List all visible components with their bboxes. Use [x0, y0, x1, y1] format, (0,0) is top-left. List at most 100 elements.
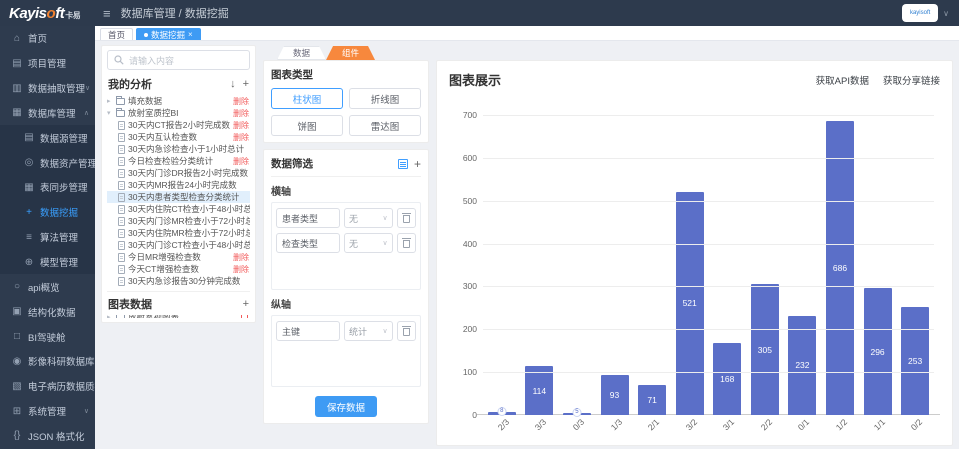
delete-link[interactable]: 删除	[233, 156, 250, 167]
delete-row-button[interactable]	[397, 208, 416, 228]
get-share-link[interactable]: 获取分享链接	[883, 73, 940, 87]
delete-link[interactable]: 删除	[233, 132, 250, 143]
sidebar-item-json-format[interactable]: {}JSON 格式化	[0, 424, 95, 449]
sidebar-item-project[interactable]: ▤项目管理	[0, 51, 95, 76]
tree-caret-icon[interactable]: ▾	[107, 109, 113, 117]
chart-data-item[interactable]: ▸ 放射室视图表	[107, 315, 250, 318]
bar[interactable]: 296	[864, 288, 892, 415]
sidebar-item-structured[interactable]: ▣结构化数据	[0, 299, 95, 324]
delete-chart-data-button[interactable]	[240, 315, 250, 318]
bar[interactable]: 253	[901, 307, 929, 415]
tree-file[interactable]: 30天内门诊MR检查小于72小时总计	[107, 215, 250, 227]
y-axis-tick-label: 200	[447, 324, 477, 334]
brand-logo: Kayisoft卡易	[0, 5, 95, 22]
sidebar-item-database[interactable]: ▦数据库管理∧	[0, 101, 95, 126]
tab-component[interactable]: 组件	[326, 46, 375, 60]
agg-select[interactable]: 无∨	[344, 208, 393, 228]
field-input[interactable]	[276, 233, 340, 253]
bar[interactable]: 305	[751, 284, 779, 415]
tree-file[interactable]: 30天内互认检查数删除	[107, 131, 250, 143]
hamburger-icon[interactable]: ≡	[103, 6, 111, 21]
y-axis-tick-label: 400	[447, 239, 477, 249]
tree-file[interactable]: 30天内患者类型检查分类统计	[107, 191, 250, 203]
bar[interactable]: 93	[601, 375, 629, 415]
tree-file[interactable]: 30天内急诊报告30分钟完成数	[107, 275, 250, 287]
sidebar-item-table-sync[interactable]: ▦表同步管理	[0, 175, 95, 200]
field-input[interactable]	[276, 208, 340, 228]
tree-folder[interactable]: ▾放射室质控BI删除	[107, 107, 250, 119]
tree-file[interactable]: 30天内急诊检查小于1小时总计	[107, 143, 250, 155]
chart-type-饼图[interactable]: 饼图	[271, 115, 343, 136]
sidebar-item-imaging-db[interactable]: ◉影像科研数据库	[0, 349, 95, 374]
tree-caret-icon[interactable]: ▸	[107, 97, 113, 105]
bi-cockpit-icon: □	[10, 331, 24, 342]
analysis-panel: 请输入内容 我的分析 ↓ + ▸填充数据删除▾放射室质控BI删除30天内CT报告…	[101, 45, 256, 323]
delete-link[interactable]: 删除	[233, 252, 250, 263]
x-axis-tick: 0/1	[788, 415, 816, 445]
delete-link[interactable]: 删除	[233, 120, 250, 131]
sidebar-item-extract[interactable]: ▥数据抽取管理∨	[0, 76, 95, 101]
close-icon[interactable]: ×	[188, 30, 193, 39]
agg-select[interactable]: 统计∨	[344, 321, 393, 341]
agg-select-value: 无	[349, 237, 383, 250]
delete-row-button[interactable]	[397, 233, 416, 253]
tab-数据挖掘[interactable]: 数据挖掘×	[136, 28, 201, 40]
search-input[interactable]: 请输入内容	[107, 50, 250, 70]
add-analysis-icon[interactable]: +	[243, 78, 249, 90]
x-axis-tick: 3/3	[525, 415, 553, 445]
tree-caret-icon[interactable]: ▸	[107, 315, 113, 318]
tab-data[interactable]: 数据	[277, 46, 326, 60]
save-data-button[interactable]: 保存数据	[315, 396, 377, 417]
tree-file[interactable]: 今天CT增强检查数删除	[107, 263, 250, 275]
x-axis-tick-label: 1/1	[871, 417, 886, 432]
get-api-data-link[interactable]: 获取API数据	[816, 73, 869, 87]
filter-icon[interactable]	[398, 159, 408, 169]
add-filter-icon[interactable]: +	[414, 157, 421, 171]
tree-file[interactable]: 30天内住院CT检查小于48小时总计	[107, 203, 250, 215]
tree-file[interactable]: 30天内CT报告2小时完成数删除	[107, 119, 250, 131]
sidebar-item-system[interactable]: ⊞系统管理∨	[0, 399, 95, 424]
filter-row: 无∨	[276, 233, 416, 253]
bar[interactable]: 521	[676, 192, 704, 415]
chevron-down-icon: ∨	[84, 407, 89, 415]
sidebar-item-api[interactable]: ○api概览	[0, 274, 95, 299]
delete-link[interactable]: 删除	[233, 108, 250, 119]
bar-value-label: 71	[647, 395, 656, 405]
delete-link[interactable]: 删除	[233, 96, 250, 107]
chevron-down-icon[interactable]: ∨	[943, 9, 949, 18]
chart-type-折线图[interactable]: 折线图	[349, 88, 421, 109]
sidebar-item-home[interactable]: ⌂首页	[0, 26, 95, 51]
tree-file[interactable]: 30天内住院MR检查小于72小时总计	[107, 227, 250, 239]
tab-首页[interactable]: 首页	[100, 28, 133, 40]
tree-file[interactable]: 今日检查检验分类统计删除	[107, 155, 250, 167]
bar[interactable]: 114	[525, 366, 553, 415]
sidebar-item-algorithm[interactable]: ≡算法管理	[0, 225, 95, 250]
tree-file[interactable]: 今日MR增强检查数删除	[107, 251, 250, 263]
tree-file[interactable]: 30天内门诊DR报告2小时完成数	[107, 167, 250, 179]
tree-file[interactable]: 30天内MR报告24小时完成数	[107, 179, 250, 191]
tree-file[interactable]: 30天内门诊CT检查小于48小时总计	[107, 239, 250, 251]
bar[interactable]: 232	[788, 316, 816, 415]
sidebar-item-mining[interactable]: +数据挖掘	[0, 200, 95, 225]
chart-type-柱状图[interactable]: 柱状图	[271, 88, 343, 109]
delete-row-button[interactable]	[397, 321, 416, 341]
bar[interactable]: 168	[713, 343, 741, 415]
sidebar-item-emr-qc[interactable]: ▧电子病历数据质控	[0, 374, 95, 399]
download-icon[interactable]: ↓	[230, 78, 236, 90]
delete-link[interactable]: 删除	[233, 264, 250, 275]
add-chart-data-icon[interactable]: +	[243, 298, 249, 310]
chart-data-title: 图表数据	[108, 296, 152, 312]
sidebar-item-datasource[interactable]: ▤数据源管理	[0, 125, 95, 150]
bar[interactable]: 71	[638, 385, 666, 415]
tree-folder[interactable]: ▸填充数据删除	[107, 95, 250, 107]
tree-item-label: 30天内患者类型检查分类统计	[128, 191, 239, 203]
sidebar-item-asset[interactable]: ◎数据资产管理	[0, 150, 95, 175]
field-input[interactable]	[276, 321, 340, 341]
bar[interactable]: 686	[826, 121, 854, 415]
avatar[interactable]: kayisoft	[902, 4, 938, 22]
sidebar-item-bi-cockpit[interactable]: □BI驾驶舱	[0, 324, 95, 349]
chart-type-雷达图[interactable]: 雷达图	[349, 115, 421, 136]
sidebar-item-label: 系统管理	[28, 404, 66, 418]
agg-select[interactable]: 无∨	[344, 233, 393, 253]
sidebar-item-model[interactable]: ⊕模型管理	[0, 250, 95, 275]
